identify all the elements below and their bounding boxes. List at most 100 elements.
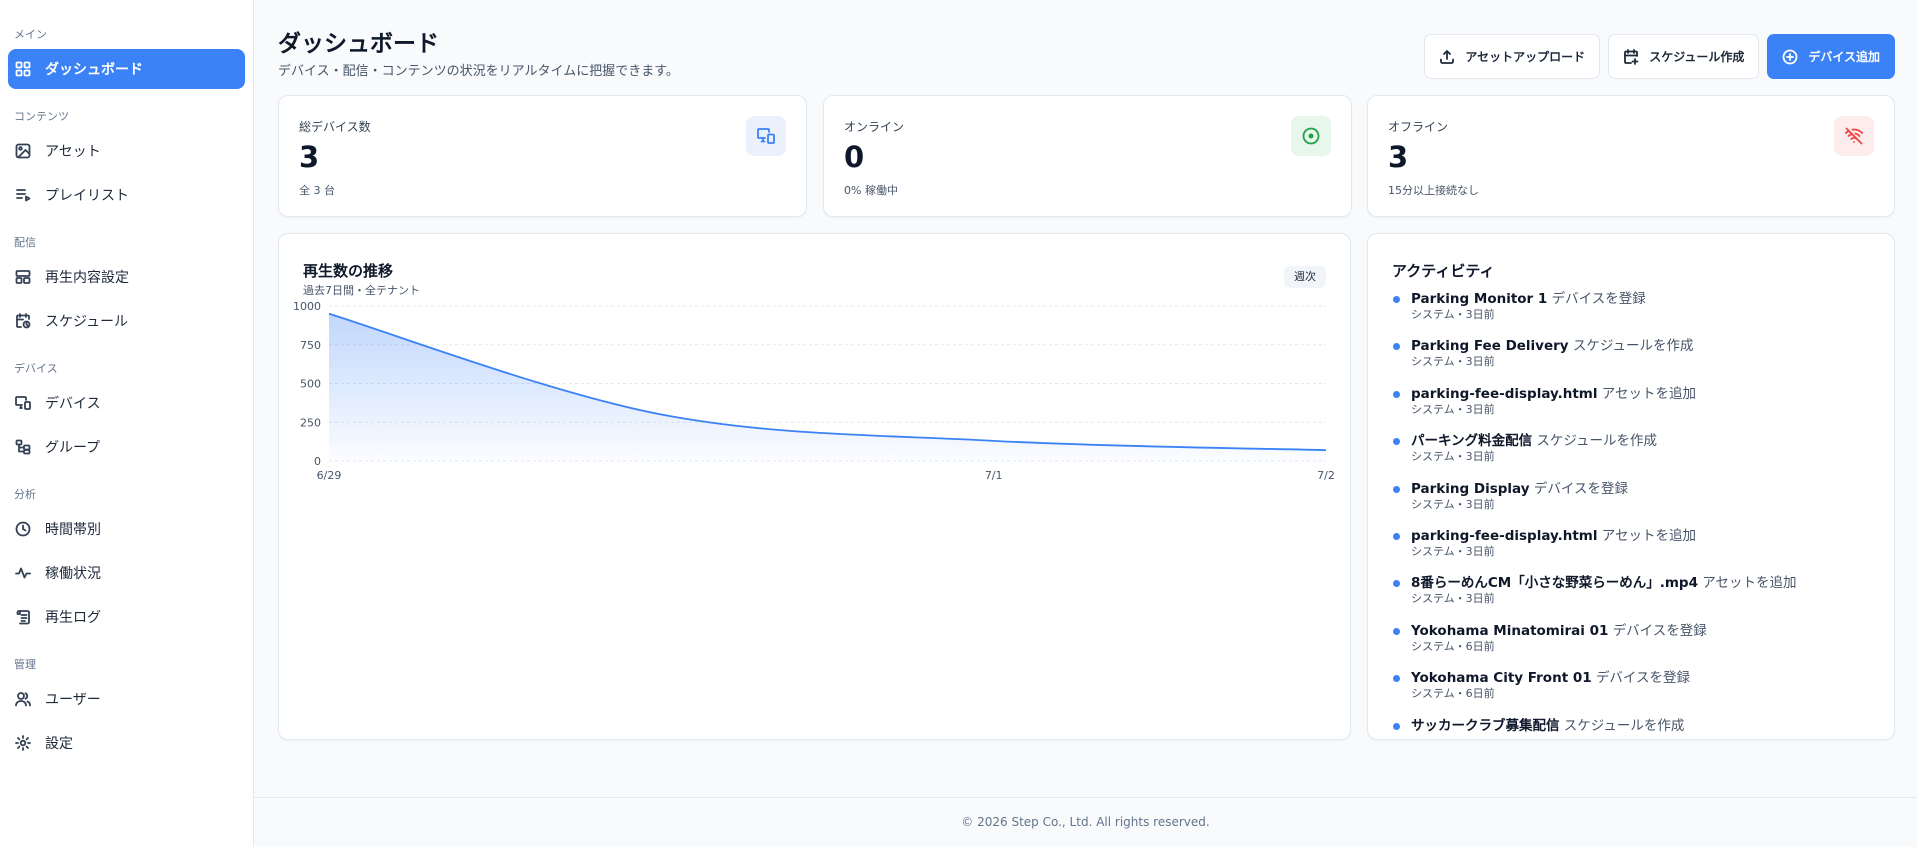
asset-upload-label: アセットアップロード [1465, 50, 1586, 64]
activity-line: Parking Fee Delivery スケジュールを作成 [1411, 337, 1884, 355]
activity-subject: Parking Display [1411, 480, 1530, 497]
sidebar-item-time-of-day[interactable]: 時間帯別 [8, 509, 245, 549]
stat-note: 0% 稼働中 [844, 184, 898, 197]
x-tick-label: 6/29 [317, 469, 342, 482]
activity-item: Yokohama Minatomirai 01 デバイスを登録 システム・6日前 [1392, 622, 1884, 669]
users-icon [15, 691, 31, 707]
sidebar-item-assets[interactable]: アセット [8, 131, 245, 171]
activity-dot-icon [1393, 296, 1400, 303]
stat-note: 全 3 台 [299, 184, 335, 197]
sidebar-item-users[interactable]: ユーザー [8, 679, 245, 719]
stat-value: 0 [844, 140, 865, 174]
activity-meta: システム・6日前 [1411, 687, 1495, 701]
wifi-off-icon [1834, 116, 1874, 156]
calendar-plus-icon [1624, 48, 1639, 65]
gear-icon [15, 735, 31, 751]
sidebar: メイン ダッシュボード コンテンツ アセット プレイリスト 配信 再生内容設定 … [0, 0, 254, 847]
activity-action: アセットを追加 [1601, 527, 1696, 544]
activity-item: Yokohama City Front 01 デバイスを登録 システム・6日前 [1392, 669, 1884, 716]
stat-value: 3 [299, 140, 320, 174]
main-content: ダッシュボード デバイス・配信・コンテンツの状況をリアルタイムに把握できます。 … [254, 0, 1917, 847]
y-tick-label: 250 [300, 416, 321, 429]
playlist-icon [15, 187, 31, 203]
sidebar-section-admin: 管理 [14, 658, 36, 671]
layout-icon [15, 269, 31, 285]
image-icon [15, 143, 31, 159]
activity-dot-icon [1393, 390, 1400, 398]
activity-action: デバイスを登録 [1551, 291, 1646, 307]
online-circle-icon [1291, 116, 1331, 156]
series-area [329, 313, 1326, 461]
activity-item: Parking Monitor 1 デバイスを登録システム・3日前 [1392, 290, 1884, 337]
activity-subject: parking-fee-display.html [1411, 385, 1598, 402]
copyright-text: © 2026 Step Co., Ltd. All rights reserve… [961, 815, 1210, 829]
clock-icon [15, 521, 31, 537]
stat-value: 3 [1388, 140, 1409, 174]
sidebar-item-label: グループ [45, 440, 101, 456]
sidebar-item-label: 再生内容設定 [45, 270, 129, 286]
activity-item: parking-fee-display.html アセットを追加 システム・3日前 [1392, 385, 1884, 432]
activity-meta: システム・3日前 [1411, 592, 1495, 606]
header-actions: アセットアップロード スケジュール作成 デバイス追加 [1424, 34, 1895, 79]
activity-action: アセットを追加 [1702, 575, 1797, 592]
stat-card-total-devices: 総デバイス数 3 全 3 台 [278, 95, 807, 217]
sidebar-item-settings[interactable]: 設定 [8, 723, 245, 763]
sidebar-item-playback-log[interactable]: 再生ログ [8, 597, 245, 637]
activity-line: parking-fee-display.html アセットを追加 [1411, 385, 1884, 403]
footer: © 2026 Step Co., Ltd. All rights reserve… [254, 797, 1917, 847]
x-tick-label: 7/1 [985, 469, 1003, 482]
add-device-label: デバイス追加 [1808, 50, 1880, 64]
activity-meta: システム・3日前 [1411, 308, 1495, 321]
stat-card-offline: オフライン 3 15分以上接続なし [1367, 95, 1895, 217]
y-tick-label: 750 [300, 339, 321, 352]
activity-action: スケジュールを作成 [1563, 717, 1685, 734]
sidebar-item-label: 再生ログ [45, 610, 101, 626]
sidebar-item-label: スケジュール [45, 314, 129, 330]
sidebar-item-schedule[interactable]: スケジュール [8, 301, 245, 341]
sidebar-item-dashboard[interactable]: ダッシュボード [8, 49, 245, 89]
activity-subject: Parking Monitor 1 [1411, 291, 1548, 307]
upload-icon [1440, 49, 1455, 64]
activity-item: parking-fee-display.html アセットを追加 システム・3日前 [1392, 527, 1884, 574]
activity-action: デバイスを登録 [1533, 480, 1628, 497]
page-subtitle: デバイス・配信・コンテンツの状況をリアルタイムに把握できます。 [278, 64, 679, 79]
activity-action: アセットを追加 [1601, 385, 1696, 402]
app-shell: メイン ダッシュボード コンテンツ アセット プレイリスト 配信 再生内容設定 … [0, 0, 1917, 847]
activity-line: parking-fee-display.html アセットを追加 [1411, 527, 1884, 545]
activity-dot-icon [1393, 343, 1400, 351]
calendar-clock-icon [15, 313, 31, 329]
activity-dot-icon [1393, 532, 1400, 540]
add-device-button[interactable]: デバイス追加 [1767, 34, 1895, 79]
activity-subject: Yokohama Minatomirai 01 [1411, 622, 1609, 639]
activity-action: デバイスを登録 [1595, 670, 1691, 687]
plus-circle-icon [1782, 49, 1798, 64]
activity-line: Yokohama Minatomirai 01 デバイスを登録 [1411, 622, 1884, 640]
sidebar-item-label: デバイス [45, 396, 101, 412]
sidebar-item-label: 時間帯別 [45, 522, 101, 538]
activity-item: Parking Display デバイスを登録システム・3日前 [1392, 480, 1884, 527]
activity-card: アクティビティ Parking Monitor 1 デバイスを登録システム・3日… [1367, 233, 1895, 740]
activity-meta: システム・3日前 [1411, 402, 1495, 416]
activity-dot-icon [1393, 722, 1400, 730]
activity-subject: サッカークラブ募集配信 [1411, 717, 1560, 734]
activity-subject: Parking Fee Delivery [1411, 338, 1569, 355]
asset-upload-button[interactable]: アセットアップロード [1424, 34, 1601, 79]
devices-icon [15, 395, 31, 411]
sidebar-section-delivery: 配信 [14, 236, 36, 249]
activity-line: パーキング料金配信 スケジュールを作成 [1411, 432, 1884, 450]
sidebar-item-label: アセット [45, 144, 101, 160]
activity-icon [15, 565, 31, 581]
sidebar-item-playlist[interactable]: プレイリスト [8, 175, 245, 215]
sidebar-item-groups[interactable]: グループ [8, 427, 245, 467]
sidebar-item-playback-settings[interactable]: 再生内容設定 [8, 257, 245, 297]
activity-item: サッカークラブ募集配信 スケジュールを作成 [1392, 717, 1884, 739]
activity-meta: システム・3日前 [1411, 544, 1495, 558]
activity-meta: システム・6日前 [1411, 639, 1495, 653]
activity-meta: システム・3日前 [1411, 497, 1495, 511]
activity-action: スケジュールを作成 [1536, 433, 1657, 450]
sidebar-item-uptime[interactable]: 稼働状況 [8, 553, 245, 593]
create-schedule-button[interactable]: スケジュール作成 [1608, 34, 1760, 79]
stat-label: オフライン [1388, 120, 1449, 134]
sidebar-item-devices[interactable]: デバイス [8, 383, 245, 423]
activity-title: アクティビティ [1392, 262, 1495, 280]
